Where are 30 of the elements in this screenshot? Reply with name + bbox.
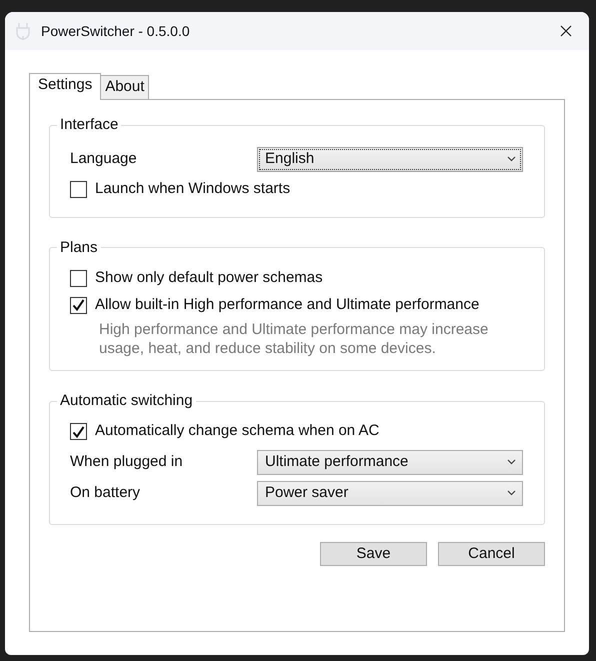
window-title: PowerSwitcher - 0.5.0.0 (41, 22, 190, 40)
checkbox-option[interactable]: Automatically change schema when on AC (70, 420, 380, 444)
field-label: When plugged in (70, 452, 184, 472)
group-title: Plans (59, 238, 99, 258)
checkmark-icon (72, 299, 85, 311)
dialog-button[interactable]: Cancel (438, 542, 545, 566)
field-label: Language (70, 148, 138, 169)
checkbox[interactable] (70, 423, 87, 440)
checkbox-option[interactable]: Launch when Windows starts (70, 178, 290, 202)
dropdown[interactable]: Power saver (257, 480, 523, 506)
chevron-down-icon (507, 459, 516, 465)
dropdown[interactable]: Ultimate performance (257, 450, 523, 474)
group-title: Automatic switching (59, 391, 194, 411)
checkbox[interactable] (70, 270, 87, 286)
plug-icon (15, 22, 31, 40)
checkbox[interactable] (70, 181, 87, 198)
dialog-button[interactable]: Save (320, 542, 427, 566)
tab[interactable]: Settings (29, 73, 102, 100)
warning-note: High performance and Ultimate performance may increase usage, heat, and reduce stability on some devices. (98, 320, 490, 358)
checkbox-option[interactable]: Allow built-in High performance and Ultimate performance (70, 293, 480, 317)
checkbox-option[interactable]: Show only default power schemas (70, 266, 323, 290)
close-icon (560, 25, 572, 37)
chevron-down-icon (507, 490, 516, 496)
dropdown[interactable]: English (257, 146, 523, 172)
tab[interactable]: About (100, 75, 150, 99)
field-label: On battery (70, 482, 142, 503)
group-title: Interface (59, 115, 120, 135)
checkmark-icon (72, 426, 85, 438)
chevron-down-icon (507, 156, 516, 162)
checkbox[interactable] (70, 296, 87, 314)
